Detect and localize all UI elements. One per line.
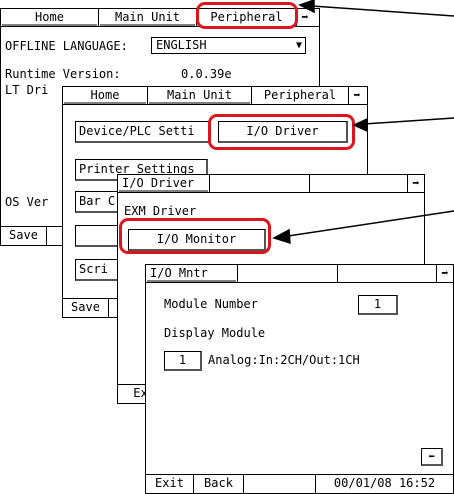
- tab-main-unit[interactable]: Main Unit: [99, 9, 197, 26]
- screen-3-tabbar: I/O Driver ➡: [118, 175, 424, 193]
- tab-home[interactable]: Home: [1, 9, 99, 26]
- runtime-version-value: 0.0.39e: [181, 67, 232, 81]
- module-number-field[interactable]: 1: [358, 295, 398, 315]
- back-arrow-icon[interactable]: ⬅: [421, 448, 443, 466]
- tab-empty: [210, 175, 310, 192]
- module-number-label: Module Number: [164, 297, 258, 311]
- screen-2-tabbar: Home Main Unit Peripheral ➡: [63, 87, 367, 105]
- io-driver-button[interactable]: I/O Driver: [218, 121, 348, 143]
- os-version-label: OS Ver: [5, 195, 49, 209]
- next-arrow-icon[interactable]: ➡: [437, 265, 453, 282]
- next-arrow-icon[interactable]: ➡: [408, 175, 424, 192]
- chevron-down-icon: ▼: [295, 40, 302, 51]
- offline-language-label: OFFLINE LANGUAGE:: [5, 39, 128, 53]
- tab-peripheral[interactable]: Peripheral: [197, 9, 297, 26]
- display-module-label: Display Module: [164, 326, 266, 340]
- datetime-display: 00/01/08 16:52: [333, 476, 436, 490]
- display-module-button[interactable]: 1: [164, 351, 202, 371]
- runtime-version-label: Runtime Version:: [5, 67, 121, 81]
- save-button[interactable]: Save: [63, 299, 109, 317]
- bottom-empty-cell: [244, 475, 316, 493]
- screen-4-panel: I/O Mntr ➡ Module Number 1 Display Modul…: [145, 264, 454, 494]
- next-arrow-icon[interactable]: ➡: [349, 87, 365, 104]
- lt-driver-label: LT Dri: [5, 83, 49, 97]
- exit-button[interactable]: Exit: [146, 475, 194, 493]
- arrow-line-1: [311, 5, 454, 17]
- tab-main-unit[interactable]: Main Unit: [148, 87, 252, 104]
- tab-home[interactable]: Home: [63, 87, 148, 104]
- tab-io-driver[interactable]: I/O Driver: [118, 175, 210, 192]
- screen-4-bottombar: Exit Back 00/01/08 16:52: [146, 474, 453, 493]
- tab-io-monitor[interactable]: I/O Mntr: [146, 265, 238, 282]
- io-monitor-button[interactable]: I/O Monitor: [128, 229, 266, 251]
- tab-peripheral[interactable]: Peripheral: [252, 87, 349, 104]
- back-button[interactable]: Back: [194, 475, 244, 493]
- display-module-description: Analog:In:2CH/Out:1CH: [208, 353, 360, 367]
- screen-4-tabbar: I/O Mntr ➡: [146, 265, 453, 283]
- tab-empty-2: [338, 265, 437, 282]
- next-arrow-icon[interactable]: ➡: [297, 9, 313, 26]
- offline-language-value: ENGLISH: [156, 38, 207, 52]
- arrow-line-2: [363, 117, 454, 125]
- offline-language-select[interactable]: ENGLISH ▼: [151, 37, 306, 54]
- screen-1-tabbar: Home Main Unit Peripheral ➡: [1, 9, 319, 27]
- tab-empty: [238, 265, 338, 282]
- tab-empty-2: [310, 175, 408, 192]
- device-plc-settings-button[interactable]: Device/PLC Setti: [75, 121, 210, 143]
- save-button[interactable]: Save: [1, 227, 47, 245]
- exm-driver-label: EXM Driver: [124, 204, 197, 218]
